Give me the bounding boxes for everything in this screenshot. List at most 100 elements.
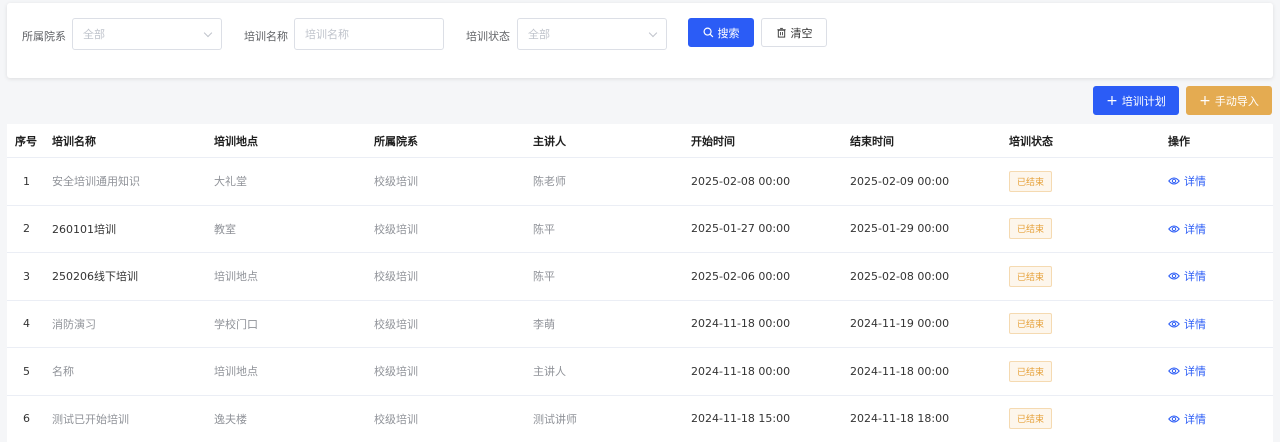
row-training-name: 消防演习 bbox=[52, 317, 96, 331]
manual-import-button[interactable]: + 手动导入 bbox=[1186, 86, 1272, 115]
row-training-name: 安全培训通用知识 bbox=[52, 175, 140, 189]
status-badge: 已结束 bbox=[1009, 170, 1053, 192]
training-plan-button[interactable]: + 培训计划 bbox=[1093, 86, 1179, 115]
status-badge: 已结束 bbox=[1009, 408, 1053, 430]
name-input-placeholder: 培训名称 bbox=[305, 28, 349, 41]
row-index: 3 bbox=[23, 269, 30, 283]
row-training-name: 260101培训 bbox=[52, 222, 116, 236]
detail-link[interactable]: 详情 bbox=[1168, 363, 1206, 379]
row-speaker: 陈平 bbox=[533, 222, 555, 236]
department-select[interactable]: 全部 bbox=[72, 18, 222, 50]
department-filter-label: 所属院系 bbox=[22, 30, 66, 43]
row-start-time: 2025-02-08 00:00 bbox=[691, 174, 791, 188]
table-row: 2 260101培训 教室 校级培训 陈平 2025-01-27 00:00 2… bbox=[7, 206, 1273, 253]
detail-link[interactable]: 详情 bbox=[1168, 221, 1206, 237]
table-row: 5 名称 培训地点 校级培训 主讲人 2024-11-18 00:00 2024… bbox=[7, 348, 1273, 396]
row-index: 2 bbox=[23, 222, 30, 236]
search-icon bbox=[703, 27, 713, 38]
row-department: 校级培训 bbox=[374, 222, 418, 236]
row-action: 详情 bbox=[1168, 158, 1206, 205]
header-department: 所属院系 bbox=[374, 134, 418, 148]
row-action: 详情 bbox=[1168, 206, 1206, 253]
table-row: 6 测试已开始培训 逸夫楼 校级培训 测试讲师 2024-11-18 15:00… bbox=[7, 396, 1273, 442]
table-row: 4 消防演习 学校门口 校级培训 李萌 2024-11-18 00:00 202… bbox=[7, 301, 1273, 348]
row-department: 校级培训 bbox=[374, 317, 418, 331]
header-action: 操作 bbox=[1168, 134, 1190, 148]
name-filter-label: 培训名称 bbox=[244, 30, 288, 43]
row-speaker: 主讲人 bbox=[533, 365, 566, 379]
status-select[interactable]: 全部 bbox=[517, 18, 667, 50]
row-location: 学校门口 bbox=[214, 317, 258, 331]
eye-icon bbox=[1168, 272, 1180, 280]
row-training-name: 250206线下培训 bbox=[52, 270, 138, 284]
row-index: 1 bbox=[23, 174, 30, 188]
manual-import-button-label: 手动导入 bbox=[1214, 94, 1259, 108]
row-end-time: 2025-01-29 00:00 bbox=[850, 222, 950, 236]
row-location: 教室 bbox=[214, 222, 236, 236]
header-name: 培训名称 bbox=[52, 134, 96, 148]
detail-link[interactable]: 详情 bbox=[1168, 268, 1206, 284]
row-speaker: 测试讲师 bbox=[533, 412, 577, 426]
row-status: 已结束 bbox=[1009, 301, 1053, 348]
detail-link[interactable]: 详情 bbox=[1168, 411, 1206, 427]
row-status: 已结束 bbox=[1009, 253, 1053, 300]
row-status: 已结束 bbox=[1009, 158, 1053, 205]
chevron-down-icon bbox=[203, 28, 213, 37]
row-status: 已结束 bbox=[1009, 348, 1053, 395]
detail-link-label: 详情 bbox=[1184, 317, 1206, 331]
detail-link-label: 详情 bbox=[1184, 175, 1206, 189]
eye-icon bbox=[1168, 415, 1180, 423]
table-row: 1 安全培训通用知识 大礼堂 校级培训 陈老师 2025-02-08 00:00… bbox=[7, 158, 1273, 206]
filter-panel: 所属院系 全部 培训名称 培训名称 培训状态 全部 搜索 清空 bbox=[7, 3, 1273, 78]
status-select-value: 全部 bbox=[528, 28, 550, 41]
row-training-name: 名称 bbox=[52, 365, 74, 379]
eye-icon bbox=[1168, 367, 1180, 375]
row-start-time: 2024-11-18 00:00 bbox=[691, 364, 791, 378]
row-end-time: 2025-02-08 00:00 bbox=[850, 269, 950, 283]
row-department: 校级培训 bbox=[374, 365, 418, 379]
header-speaker: 主讲人 bbox=[533, 134, 566, 148]
row-department: 校级培训 bbox=[374, 175, 418, 189]
department-select-value: 全部 bbox=[83, 28, 105, 41]
row-location: 逸夫楼 bbox=[214, 412, 247, 426]
row-index: 5 bbox=[23, 364, 30, 378]
detail-link[interactable]: 详情 bbox=[1168, 173, 1206, 189]
search-button[interactable]: 搜索 bbox=[688, 18, 754, 47]
status-filter-label: 培训状态 bbox=[466, 30, 510, 43]
status-badge: 已结束 bbox=[1009, 218, 1053, 240]
detail-link-label: 详情 bbox=[1184, 365, 1206, 379]
row-speaker: 李萌 bbox=[533, 317, 555, 331]
clear-button-label: 清空 bbox=[790, 26, 813, 40]
row-location: 培训地点 bbox=[214, 365, 258, 379]
detail-link[interactable]: 详情 bbox=[1168, 316, 1206, 332]
row-training-name: 测试已开始培训 bbox=[52, 412, 129, 426]
status-badge: 已结束 bbox=[1009, 265, 1053, 287]
row-index: 4 bbox=[23, 317, 30, 331]
training-table: 序号 培训名称 培训地点 所属院系 主讲人 开始时间 结束时间 培训状态 操作 … bbox=[7, 124, 1273, 442]
row-location: 培训地点 bbox=[214, 270, 258, 284]
row-speaker: 陈平 bbox=[533, 270, 555, 284]
search-button-label: 搜索 bbox=[717, 26, 740, 40]
trash-icon bbox=[776, 27, 786, 38]
row-start-time: 2025-01-27 00:00 bbox=[691, 222, 791, 236]
detail-link-label: 详情 bbox=[1184, 222, 1206, 236]
eye-icon bbox=[1168, 177, 1180, 185]
row-start-time: 2024-11-18 15:00 bbox=[691, 412, 791, 426]
row-location: 大礼堂 bbox=[214, 175, 247, 189]
table-row: 3 250206线下培训 培训地点 校级培训 陈平 2025-02-06 00:… bbox=[7, 253, 1273, 301]
row-end-time: 2024-11-19 00:00 bbox=[850, 317, 950, 331]
name-input[interactable]: 培训名称 bbox=[294, 18, 444, 50]
header-status: 培训状态 bbox=[1009, 134, 1053, 148]
table-body: 1 安全培训通用知识 大礼堂 校级培训 陈老师 2025-02-08 00:00… bbox=[7, 158, 1273, 442]
row-speaker: 陈老师 bbox=[533, 175, 566, 189]
status-badge: 已结束 bbox=[1009, 313, 1053, 335]
row-end-time: 2024-11-18 18:00 bbox=[850, 412, 950, 426]
row-department: 校级培训 bbox=[374, 412, 418, 426]
row-start-time: 2024-11-18 00:00 bbox=[691, 317, 791, 331]
plus-icon: + bbox=[1106, 92, 1118, 109]
status-badge: 已结束 bbox=[1009, 360, 1053, 382]
row-status: 已结束 bbox=[1009, 206, 1053, 253]
header-end-time: 结束时间 bbox=[850, 134, 894, 148]
table-header: 序号 培训名称 培训地点 所属院系 主讲人 开始时间 结束时间 培训状态 操作 bbox=[7, 124, 1273, 158]
clear-button[interactable]: 清空 bbox=[761, 18, 827, 47]
